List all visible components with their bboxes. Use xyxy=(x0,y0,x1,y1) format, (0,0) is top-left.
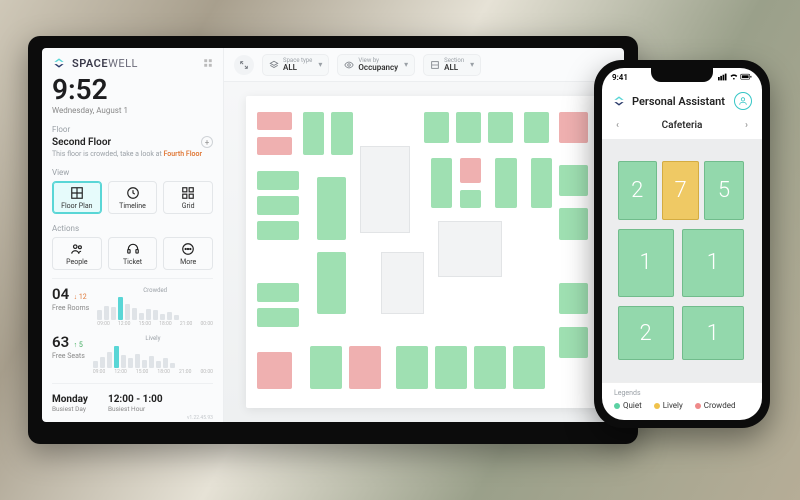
grid-icon xyxy=(166,186,210,200)
seats-sparkline xyxy=(93,344,213,368)
floor-hint: This floor is crowded, take a look at Fo… xyxy=(52,150,213,158)
phone-notch xyxy=(651,68,713,82)
free-seats-delta: ↑ 5 xyxy=(74,341,83,349)
clock-time: 9:52 xyxy=(52,76,213,104)
phone-screen: 9:41 Personal Assistant ‹ Cafeteria › 2 … xyxy=(602,68,762,420)
action-ticket[interactable]: Ticket xyxy=(108,237,158,270)
filter-view-by[interactable]: View byOccupancy ▾ xyxy=(337,54,415,76)
chevron-down-icon: ▾ xyxy=(404,60,408,69)
legend-lively: Lively xyxy=(654,401,683,410)
phone-floor-canvas[interactable]: 2 7 5 1 1 2 1 xyxy=(602,139,762,382)
free-seats-value: 63 xyxy=(52,333,69,351)
expand-button[interactable] xyxy=(234,55,254,75)
rooms-sparkline xyxy=(97,296,213,320)
busiest-hour: 12:00 - 1:00 xyxy=(108,394,163,405)
tab-floor-plan[interactable]: Floor Plan xyxy=(52,181,102,214)
busiest-row: Monday Busiest Day 12:00 - 1:00 Busiest … xyxy=(52,394,213,413)
view-tabs: Floor Plan Timeline Grid xyxy=(52,181,213,214)
layers-icon xyxy=(269,60,279,70)
phone-device: 9:41 Personal Assistant ‹ Cafeteria › 2 … xyxy=(594,60,770,428)
desktop-screen: SPACEWELL 9:52 Wednesday, August 1 Floor… xyxy=(42,48,624,422)
free-rooms-value: 04 xyxy=(52,285,69,303)
phone-title: Personal Assistant xyxy=(632,95,725,108)
desktop-monitor: SPACEWELL 9:52 Wednesday, August 1 Floor… xyxy=(28,36,638,444)
floor-name[interactable]: Second Floor xyxy=(52,137,111,148)
clock-date: Wednesday, August 1 xyxy=(52,106,213,115)
eye-icon xyxy=(344,60,354,70)
sidebar-menu-icon[interactable] xyxy=(203,58,213,68)
tab-timeline[interactable]: Timeline xyxy=(108,181,158,214)
floor-hint-link[interactable]: Fourth Floor xyxy=(164,150,202,158)
brand-logo-icon xyxy=(612,94,626,108)
chevron-down-icon: ▾ xyxy=(318,60,322,69)
actions-label: Actions xyxy=(52,224,213,233)
phone-legend: Legends Quiet Lively Crowded xyxy=(602,382,762,420)
action-people[interactable]: People xyxy=(52,237,102,270)
sidebar: SPACEWELL 9:52 Wednesday, August 1 Floor… xyxy=(42,48,224,422)
phone-room-name: Cafeteria xyxy=(662,120,703,131)
section-icon xyxy=(430,60,440,70)
view-label: View xyxy=(52,168,213,177)
phone-room-nav: ‹ Cafeteria › xyxy=(602,116,762,139)
main-panel: Space typeALL ▾ View byOccupancy ▾ Secti… xyxy=(224,48,624,422)
filter-space-type[interactable]: Space typeALL ▾ xyxy=(262,54,329,76)
free-rooms-caption: Free Rooms xyxy=(52,304,89,312)
free-seats-caption: Free Seats xyxy=(52,352,85,360)
stat-free-rooms: 04 ↓ 12 Free Rooms Crowded 09:0012:0015:… xyxy=(52,287,213,327)
stat-free-seats: 63 ↑ 5 Free Seats Lively 09:0012:0015:00… xyxy=(52,335,213,375)
busiest-day: Monday xyxy=(52,394,88,405)
brand-name: SPACEWELL xyxy=(72,57,138,70)
people-icon xyxy=(55,242,99,256)
version-label: v1.22.45.93 xyxy=(52,415,213,421)
chevron-down-icon: ▾ xyxy=(470,60,474,69)
floor-plan-canvas[interactable] xyxy=(224,82,624,422)
phone-header: Personal Assistant xyxy=(602,86,762,116)
next-room-button[interactable]: › xyxy=(745,120,748,131)
brand-logo-icon xyxy=(52,56,66,70)
action-tabs: People Ticket More xyxy=(52,237,213,270)
profile-avatar[interactable] xyxy=(734,92,752,110)
clock: 9:52 Wednesday, August 1 xyxy=(52,76,213,115)
action-more[interactable]: More xyxy=(163,237,213,270)
more-icon xyxy=(166,242,210,256)
prev-room-button[interactable]: ‹ xyxy=(616,120,619,131)
filter-section[interactable]: SectionALL ▾ xyxy=(423,54,481,76)
floor-plan xyxy=(246,96,602,408)
tab-grid[interactable]: Grid xyxy=(163,181,213,214)
legend-crowded: Crowded xyxy=(695,401,736,410)
floor-plan-icon xyxy=(55,186,99,200)
timeline-icon xyxy=(111,186,155,200)
phone-status-bar: 9:41 xyxy=(602,68,762,86)
add-floor-button[interactable]: + xyxy=(201,136,213,148)
brand-row: SPACEWELL xyxy=(52,56,213,70)
legend-quiet: Quiet xyxy=(614,401,642,410)
phone-status-icons xyxy=(718,73,752,81)
headset-icon xyxy=(111,242,155,256)
free-rooms-delta: ↓ 12 xyxy=(74,293,87,301)
floor-label: Floor xyxy=(52,125,213,134)
topbar: Space typeALL ▾ View byOccupancy ▾ Secti… xyxy=(224,48,624,82)
phone-status-time: 9:41 xyxy=(612,73,628,82)
